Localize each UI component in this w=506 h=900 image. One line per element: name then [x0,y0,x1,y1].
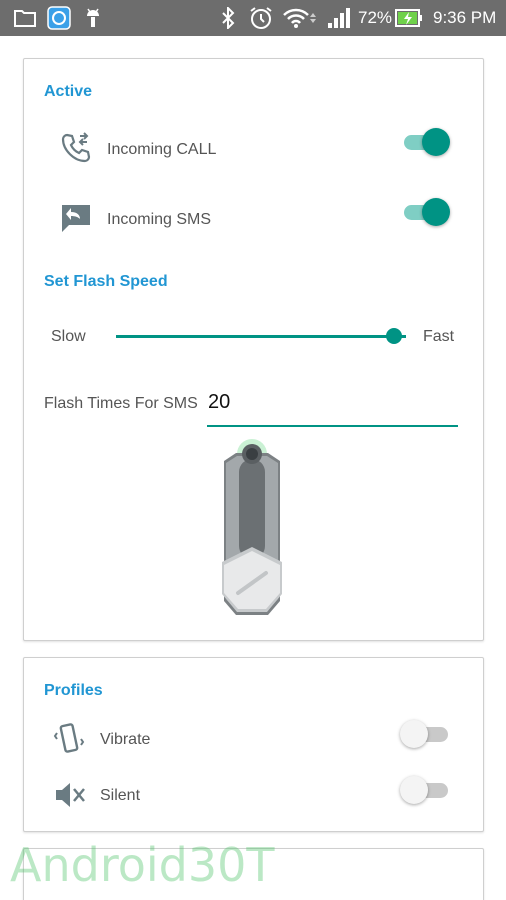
watermark-logo: Android30T [10,838,275,892]
flash-switch-button[interactable] [212,437,292,628]
flash-times-input[interactable]: 20 [208,391,230,414]
signal-icon [327,0,351,36]
wifi-icon [282,0,318,36]
vibrate-toggle[interactable] [400,719,452,749]
flash-times-underline [207,425,458,427]
android-icon [83,0,103,36]
alarm-icon [248,0,274,36]
silent-label: Silent [100,787,141,804]
silent-icon [52,778,86,817]
bluetooth-icon [220,0,236,36]
incoming-call-label: Incoming CALL [107,141,217,158]
fast-label: Fast [423,328,455,345]
flash-speed-title: Set Flash Speed [44,273,168,290]
flash-speed-slider[interactable] [116,326,406,346]
battery-charging-icon [395,0,423,36]
incoming-call-toggle[interactable] [400,127,452,157]
profiles-card: Profiles Vibrate Silent [23,657,484,832]
slow-label: Slow [51,328,86,345]
slider-thumb[interactable] [386,328,403,344]
folder-icon [14,0,36,36]
profiles-title: Profiles [44,682,103,699]
app-icon [47,0,71,36]
active-card: Active Incoming CALL Incoming SMS Set Fl… [23,58,484,641]
incoming-sms-toggle[interactable] [400,197,452,227]
incoming-sms-label: Incoming SMS [107,211,212,228]
vibrate-icon [52,722,86,761]
flash-times-label: Flash Times For SMS [44,395,198,412]
status-bar: 72% 9:36 PM [0,0,506,36]
slider-track [116,335,406,338]
battery-percent: 72% [358,8,393,27]
vibrate-label: Vibrate [100,731,151,748]
sms-icon [60,202,92,239]
active-title: Active [44,83,93,100]
clock: 9:36 PM [433,8,497,27]
call-icon [60,132,92,169]
silent-toggle[interactable] [400,775,452,805]
